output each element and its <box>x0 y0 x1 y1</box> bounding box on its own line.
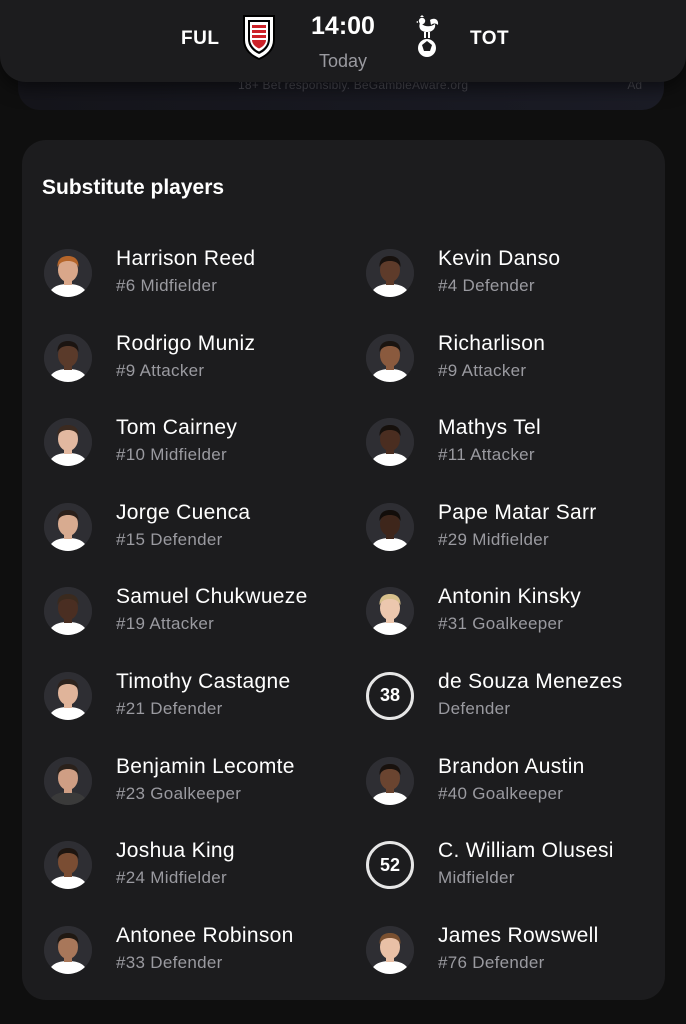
player-row[interactable]: Benjamin Lecomte #23 Goalkeeper <box>22 743 322 828</box>
home-team-code[interactable]: FUL <box>181 28 219 50</box>
player-photo <box>44 418 92 467</box>
player-photo <box>44 756 92 805</box>
player-row[interactable]: Rodrigo Muniz #9 Attacker <box>22 320 322 405</box>
kickoff-day: Today <box>318 51 368 71</box>
player-number-position: #19 Attacker <box>116 614 215 634</box>
player-row[interactable]: Kevin Danso #4 Defender <box>344 235 644 320</box>
player-row[interactable]: Pape Matar Sarr #29 Midfielder <box>344 489 644 574</box>
player-name: Tom Cairney <box>116 416 238 440</box>
player-row[interactable]: Joshua King #24 Midfielder <box>22 827 322 912</box>
player-name: Antonin Kinsky <box>438 585 582 609</box>
player-number-position: #29 Midfielder <box>438 529 549 549</box>
player-number-position: #24 Midfielder <box>116 868 227 888</box>
player-number-position: #15 Defender <box>116 529 223 549</box>
player-row[interactable]: Antonin Kinsky #31 Goalkeeper <box>344 573 644 658</box>
player-photo <box>44 249 92 297</box>
player-name: Rodrigo Muniz <box>116 331 256 355</box>
player-row[interactable]: Harrison Reed #6 Midfielder <box>22 235 322 320</box>
player-name: Brandon Austin <box>438 754 585 778</box>
player-name: James Rowswell <box>438 923 599 947</box>
player-number-position: #11 Attacker <box>438 445 535 465</box>
player-name: Jorge Cuenca <box>116 500 251 524</box>
match-header: FUL 14:00 Today TOT <box>0 0 686 82</box>
player-photo <box>366 418 414 467</box>
away-substitutes-list: Kevin Danso #4 Defender Richarlison #9 Atta… <box>344 235 644 996</box>
player-photo <box>44 925 92 974</box>
player-row[interactable]: Timothy Castagne #21 Defender <box>22 658 322 743</box>
player-name: Joshua King <box>116 839 235 863</box>
player-number-position: #40 Goalkeeper <box>438 783 564 803</box>
player-photo <box>44 502 92 551</box>
player-row[interactable]: James Rowswell #76 Defender <box>344 912 644 997</box>
substitutes-title: Substitute players <box>42 176 225 199</box>
player-name: Kevin Danso <box>438 247 561 270</box>
player-number-position: #31 Goalkeeper <box>438 614 564 634</box>
player-number-position: #9 Attacker <box>116 360 205 380</box>
player-number-position: #10 Midfielder <box>116 445 227 465</box>
player-number-position: #4 Defender <box>438 276 535 295</box>
player-photo <box>44 671 92 720</box>
player-name: de Souza Menezes <box>438 669 623 693</box>
player-number-position: #33 Defender <box>116 952 223 972</box>
player-photo <box>366 249 414 297</box>
player-photo <box>44 333 92 382</box>
player-number-position: #21 Defender <box>116 698 223 718</box>
player-name: Samuel Chukwueze <box>116 585 308 609</box>
player-row[interactable]: Jorge Cuenca #15 Defender <box>22 489 322 574</box>
kickoff-time: 14:00 <box>311 12 375 40</box>
player-name: Benjamin Lecomte <box>116 754 295 778</box>
substitutes-card: Substitute players Harrison Reed #6 Midfi… <box>22 140 665 1000</box>
player-photo <box>366 333 414 382</box>
player-number-position: Defender <box>438 698 511 718</box>
player-name: C. William Olusesi <box>438 839 614 863</box>
player-number-position: #6 Midfielder <box>116 276 218 295</box>
player-number-position: #76 Defender <box>438 952 545 972</box>
player-number-position: #9 Attacker <box>438 360 527 380</box>
player-photo <box>44 841 92 890</box>
player-row[interactable]: 38 de Souza Menezes Defender <box>344 658 644 743</box>
player-photo <box>44 587 92 636</box>
player-name: Harrison Reed <box>116 247 256 270</box>
player-photo <box>366 502 414 551</box>
tottenham-cockerel-icon[interactable] <box>413 14 441 67</box>
player-photo <box>366 587 414 636</box>
player-row[interactable]: Antonee Robinson #33 Defender <box>22 912 322 997</box>
player-photo <box>366 925 414 974</box>
player-number-position: Midfielder <box>438 868 515 888</box>
player-name: Richarlison <box>438 331 546 355</box>
player-name: Timothy Castagne <box>116 669 291 693</box>
fulham-crest-icon[interactable] <box>241 14 277 65</box>
home-substitutes-list: Harrison Reed #6 Midfielder Rodrigo Muniz #… <box>22 235 322 996</box>
shirt-number-badge: 52 <box>366 841 414 890</box>
player-row[interactable]: 52 C. William Olusesi Midfielder <box>344 827 644 912</box>
player-row[interactable]: Brandon Austin #40 Goalkeeper <box>344 743 644 828</box>
player-name: Mathys Tel <box>438 416 541 440</box>
away-team-code[interactable]: TOT <box>470 28 509 50</box>
shirt-number-badge: 38 <box>366 671 414 720</box>
player-number-position: #23 Goalkeeper <box>116 783 242 803</box>
player-name: Pape Matar Sarr <box>438 500 597 524</box>
player-photo <box>366 756 414 805</box>
player-row[interactable]: Samuel Chukwueze #19 Attacker <box>22 573 322 658</box>
player-row[interactable]: Richarlison #9 Attacker <box>344 320 644 405</box>
player-row[interactable]: Tom Cairney #10 Midfielder <box>22 404 322 489</box>
player-name: Antonee Robinson <box>116 923 294 947</box>
player-row[interactable]: Mathys Tel #11 Attacker <box>344 404 644 489</box>
